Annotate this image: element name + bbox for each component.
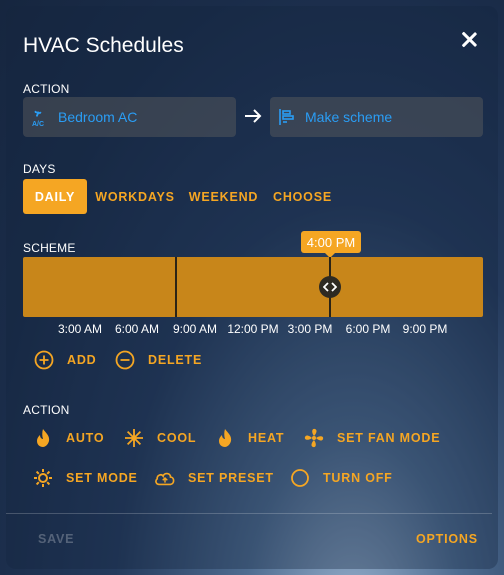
time-tick: 9:00 AM xyxy=(172,322,218,336)
tab-choose[interactable]: CHOOSE xyxy=(269,179,336,214)
scheme-section-label: SCHEME xyxy=(23,241,76,255)
scheme-timeline-bar[interactable] xyxy=(23,257,483,317)
action-turn-off[interactable]: TURN OFF xyxy=(289,467,393,489)
cloud-upload-icon xyxy=(154,467,176,489)
turn-off-label: TURN OFF xyxy=(323,471,393,485)
air-conditioner-icon: A/C xyxy=(31,106,49,128)
tab-weekend[interactable]: WEEKEND xyxy=(186,179,261,214)
set-preset-label: SET PRESET xyxy=(188,471,274,485)
action-set-fan-mode[interactable]: SET FAN MODE xyxy=(303,427,440,449)
entity-label: Bedroom AC xyxy=(58,109,138,125)
save-button[interactable]: SAVE xyxy=(38,532,74,546)
set-fan-mode-label: SET FAN MODE xyxy=(337,431,441,445)
options-button[interactable]: OPTIONS xyxy=(416,532,478,546)
plus-circle-icon xyxy=(33,349,55,371)
time-tick: 6:00 PM xyxy=(345,322,391,336)
svg-text:A/C: A/C xyxy=(32,121,44,127)
target-chip[interactable]: Make scheme xyxy=(270,97,483,137)
tab-workdays[interactable]: WORKDAYS xyxy=(93,179,177,214)
entity-chip[interactable]: A/C Bedroom AC xyxy=(23,97,236,137)
timeline-icon xyxy=(278,106,296,128)
flame-icon xyxy=(32,427,54,449)
tab-daily[interactable]: DAILY xyxy=(23,179,87,214)
action-set-preset[interactable]: SET PRESET xyxy=(154,467,274,489)
gear-icon xyxy=(32,467,54,489)
time-tick: 12:00 PM xyxy=(227,322,279,336)
snowflake-icon xyxy=(123,427,145,449)
auto-label: AUTO xyxy=(66,431,105,445)
time-tick: 3:00 PM xyxy=(287,322,333,336)
set-mode-label: SET MODE xyxy=(66,471,138,485)
fan-icon xyxy=(303,427,325,449)
target-label: Make scheme xyxy=(305,109,393,125)
action-set-mode[interactable]: SET MODE xyxy=(32,467,138,489)
delete-label: DELETE xyxy=(148,353,203,367)
flame-icon xyxy=(214,427,236,449)
arrow-right-icon xyxy=(245,109,262,123)
time-tick: 6:00 AM xyxy=(114,322,160,336)
action-list-section-label: ACTION xyxy=(23,403,70,417)
time-tick: 3:00 AM xyxy=(57,322,103,336)
circle-outline-icon xyxy=(289,467,311,489)
drag-handle-icon[interactable] xyxy=(319,276,341,298)
time-tick: 9:00 PM xyxy=(402,322,448,336)
footer-divider xyxy=(6,513,492,514)
action-heat[interactable]: HEAT xyxy=(214,427,284,449)
heat-label: HEAT xyxy=(248,431,285,445)
delete-button[interactable]: DELETE xyxy=(114,349,202,371)
scheme-divider[interactable] xyxy=(175,257,177,317)
action-cool[interactable]: COOL xyxy=(123,427,196,449)
time-tooltip: 4:00 PM xyxy=(301,231,361,258)
minus-circle-icon xyxy=(114,349,136,371)
days-section-label: DAYS xyxy=(23,162,56,176)
cool-label: COOL xyxy=(157,431,197,445)
action-auto[interactable]: AUTO xyxy=(32,427,104,449)
add-label: ADD xyxy=(67,353,97,367)
close-icon[interactable] xyxy=(458,29,480,51)
dialog-title: HVAC Schedules xyxy=(23,34,184,57)
add-button[interactable]: ADD xyxy=(33,349,96,371)
action-section-label: ACTION xyxy=(23,82,70,96)
